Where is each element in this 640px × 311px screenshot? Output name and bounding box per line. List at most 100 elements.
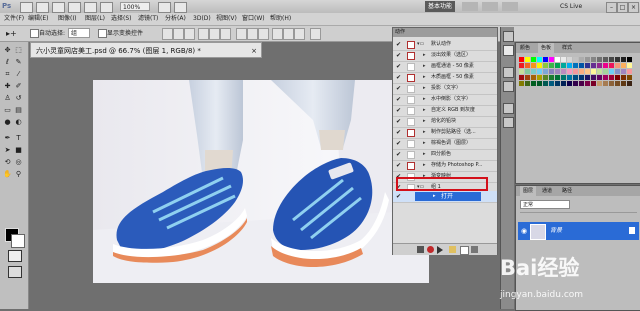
align-top-icon[interactable] [162, 28, 173, 40]
expand-triangle-icon[interactable]: ▸ [423, 107, 426, 114]
swatch-chip[interactable] [579, 63, 584, 68]
auto-select-target-select[interactable]: 组 [68, 28, 90, 38]
toggle-item-check-icon[interactable]: ✔ [396, 63, 401, 70]
expand-triangle-icon[interactable]: ▸ [423, 151, 426, 158]
swatch-chip[interactable] [591, 57, 596, 62]
swatch-chip[interactable] [603, 63, 608, 68]
swatch-chip[interactable] [621, 81, 626, 86]
menu-file[interactable]: 文件(F) [4, 13, 24, 25]
swatch-chip[interactable] [567, 69, 572, 74]
toggle-item-check-icon[interactable]: ✔ [396, 41, 401, 48]
swatch-chip[interactable] [519, 63, 524, 68]
menu-window[interactable]: 窗口(W) [242, 13, 265, 25]
zoom-level-select[interactable]: 100% [120, 2, 150, 11]
bridge-icon[interactable] [20, 2, 33, 13]
type-tool-icon[interactable]: T [14, 134, 23, 143]
hand-tool-icon[interactable]: ✋ [3, 170, 12, 179]
swatch-chip[interactable] [603, 57, 608, 62]
swatch-chip[interactable] [537, 81, 542, 86]
swatch-chip[interactable] [555, 57, 560, 62]
actions-panel-icon[interactable] [503, 45, 514, 56]
tab-swatches[interactable]: 色板 [538, 43, 555, 53]
swatch-chip[interactable] [621, 75, 626, 80]
menu-edit[interactable]: 编辑(E) [28, 13, 48, 25]
swatch-chip[interactable] [627, 81, 632, 86]
align-left-icon[interactable] [198, 28, 209, 40]
toggle-item-check-icon[interactable]: ✔ [396, 129, 401, 136]
toggle-item-check-icon[interactable]: ✔ [396, 96, 401, 103]
swatch-chip[interactable] [603, 69, 608, 74]
swatch-chip[interactable] [597, 63, 602, 68]
swatch-chip[interactable] [603, 81, 608, 86]
arrange-documents-icon[interactable] [158, 2, 171, 13]
delete-action-button[interactable] [471, 246, 478, 253]
swatch-chip[interactable] [573, 75, 578, 80]
align-hcenter-icon[interactable] [209, 28, 220, 40]
record-button[interactable] [427, 246, 434, 253]
swatch-chip[interactable] [543, 57, 548, 62]
swatch-chip[interactable] [627, 75, 632, 80]
dialog-toggle-icon[interactable] [407, 140, 415, 148]
menu-layer[interactable]: 图层(L) [85, 13, 105, 25]
workspace-switch-button[interactable] [482, 2, 498, 11]
swatch-chip[interactable] [579, 69, 584, 74]
swatch-chip[interactable] [597, 75, 602, 80]
swatch-chip[interactable] [525, 57, 530, 62]
marquee-tool-icon[interactable]: ⬚ [14, 46, 23, 55]
history-brush-tool-icon[interactable]: ↺ [14, 94, 23, 103]
distribute-left-icon[interactable] [272, 28, 283, 40]
dialog-toggle-icon[interactable] [407, 118, 415, 126]
expand-triangle-icon[interactable]: ▸ [423, 118, 426, 125]
tab-styles[interactable]: 样式 [562, 43, 572, 53]
swatch-chip[interactable] [519, 57, 524, 62]
expand-triangle-icon[interactable]: ▸ [423, 52, 426, 59]
toggle-item-check-icon[interactable]: ✔ [396, 118, 401, 125]
dialog-toggle-icon[interactable] [407, 74, 415, 82]
swatch-chip[interactable] [525, 81, 530, 86]
brush-panel-icon[interactable] [503, 67, 514, 78]
swatch-chip[interactable] [561, 75, 566, 80]
expand-triangle-icon[interactable]: ▸ [423, 162, 426, 169]
swatch-chip[interactable] [549, 75, 554, 80]
dialog-toggle-icon[interactable] [407, 85, 415, 93]
swatch-chip[interactable] [573, 81, 578, 86]
play-button[interactable] [437, 246, 443, 254]
swatch-chip[interactable] [615, 57, 620, 62]
swatch-chip[interactable] [555, 75, 560, 80]
clone-stamp-tool-icon[interactable]: ♙ [3, 94, 12, 103]
menu-analysis[interactable]: 分析(A) [165, 13, 186, 25]
swatch-chip[interactable] [573, 69, 578, 74]
swatch-chip[interactable] [597, 69, 602, 74]
swatch-chip[interactable] [555, 63, 560, 68]
crop-tool-icon[interactable]: ⌗ [3, 70, 12, 79]
layer-row[interactable]: ◉ 背景 [518, 222, 639, 240]
distribute-right-icon[interactable] [294, 28, 305, 40]
toggle-item-check-icon[interactable]: ✔ [396, 74, 401, 81]
menu-filter[interactable]: 滤镜(T) [138, 13, 158, 25]
expand-triangle-icon[interactable]: ▸ [433, 193, 436, 200]
swatch-chip[interactable] [585, 63, 590, 68]
screen-mode-icon[interactable] [174, 2, 187, 13]
path-selection-tool-icon[interactable]: ➤ [3, 146, 12, 155]
gradient-tool-icon[interactable]: ▤ [14, 106, 23, 115]
swatch-chip[interactable] [597, 81, 602, 86]
swatch-chip[interactable] [561, 63, 566, 68]
screen-mode-icon[interactable] [8, 266, 22, 278]
swatch-chip[interactable] [549, 81, 554, 86]
dialog-toggle-icon[interactable] [407, 151, 415, 159]
align-right-icon[interactable] [220, 28, 231, 40]
swatch-chip[interactable] [543, 75, 548, 80]
swatch-chip[interactable] [591, 81, 596, 86]
swatch-chip[interactable] [531, 69, 536, 74]
swatch-chip[interactable] [579, 81, 584, 86]
menu-view[interactable]: 视图(V) [216, 13, 237, 25]
swatch-chip[interactable] [591, 63, 596, 68]
swatch-chip[interactable] [609, 69, 614, 74]
dialog-toggle-icon[interactable] [407, 63, 415, 71]
menu-image[interactable]: 图像(I) [58, 13, 76, 25]
background-color-swatch[interactable] [11, 234, 25, 248]
swatch-chip[interactable] [615, 63, 620, 68]
blend-mode-select[interactable]: 正常 [520, 200, 570, 209]
lasso-tool-icon[interactable]: ℓ [3, 58, 12, 67]
dialog-toggle-icon[interactable] [407, 96, 415, 104]
